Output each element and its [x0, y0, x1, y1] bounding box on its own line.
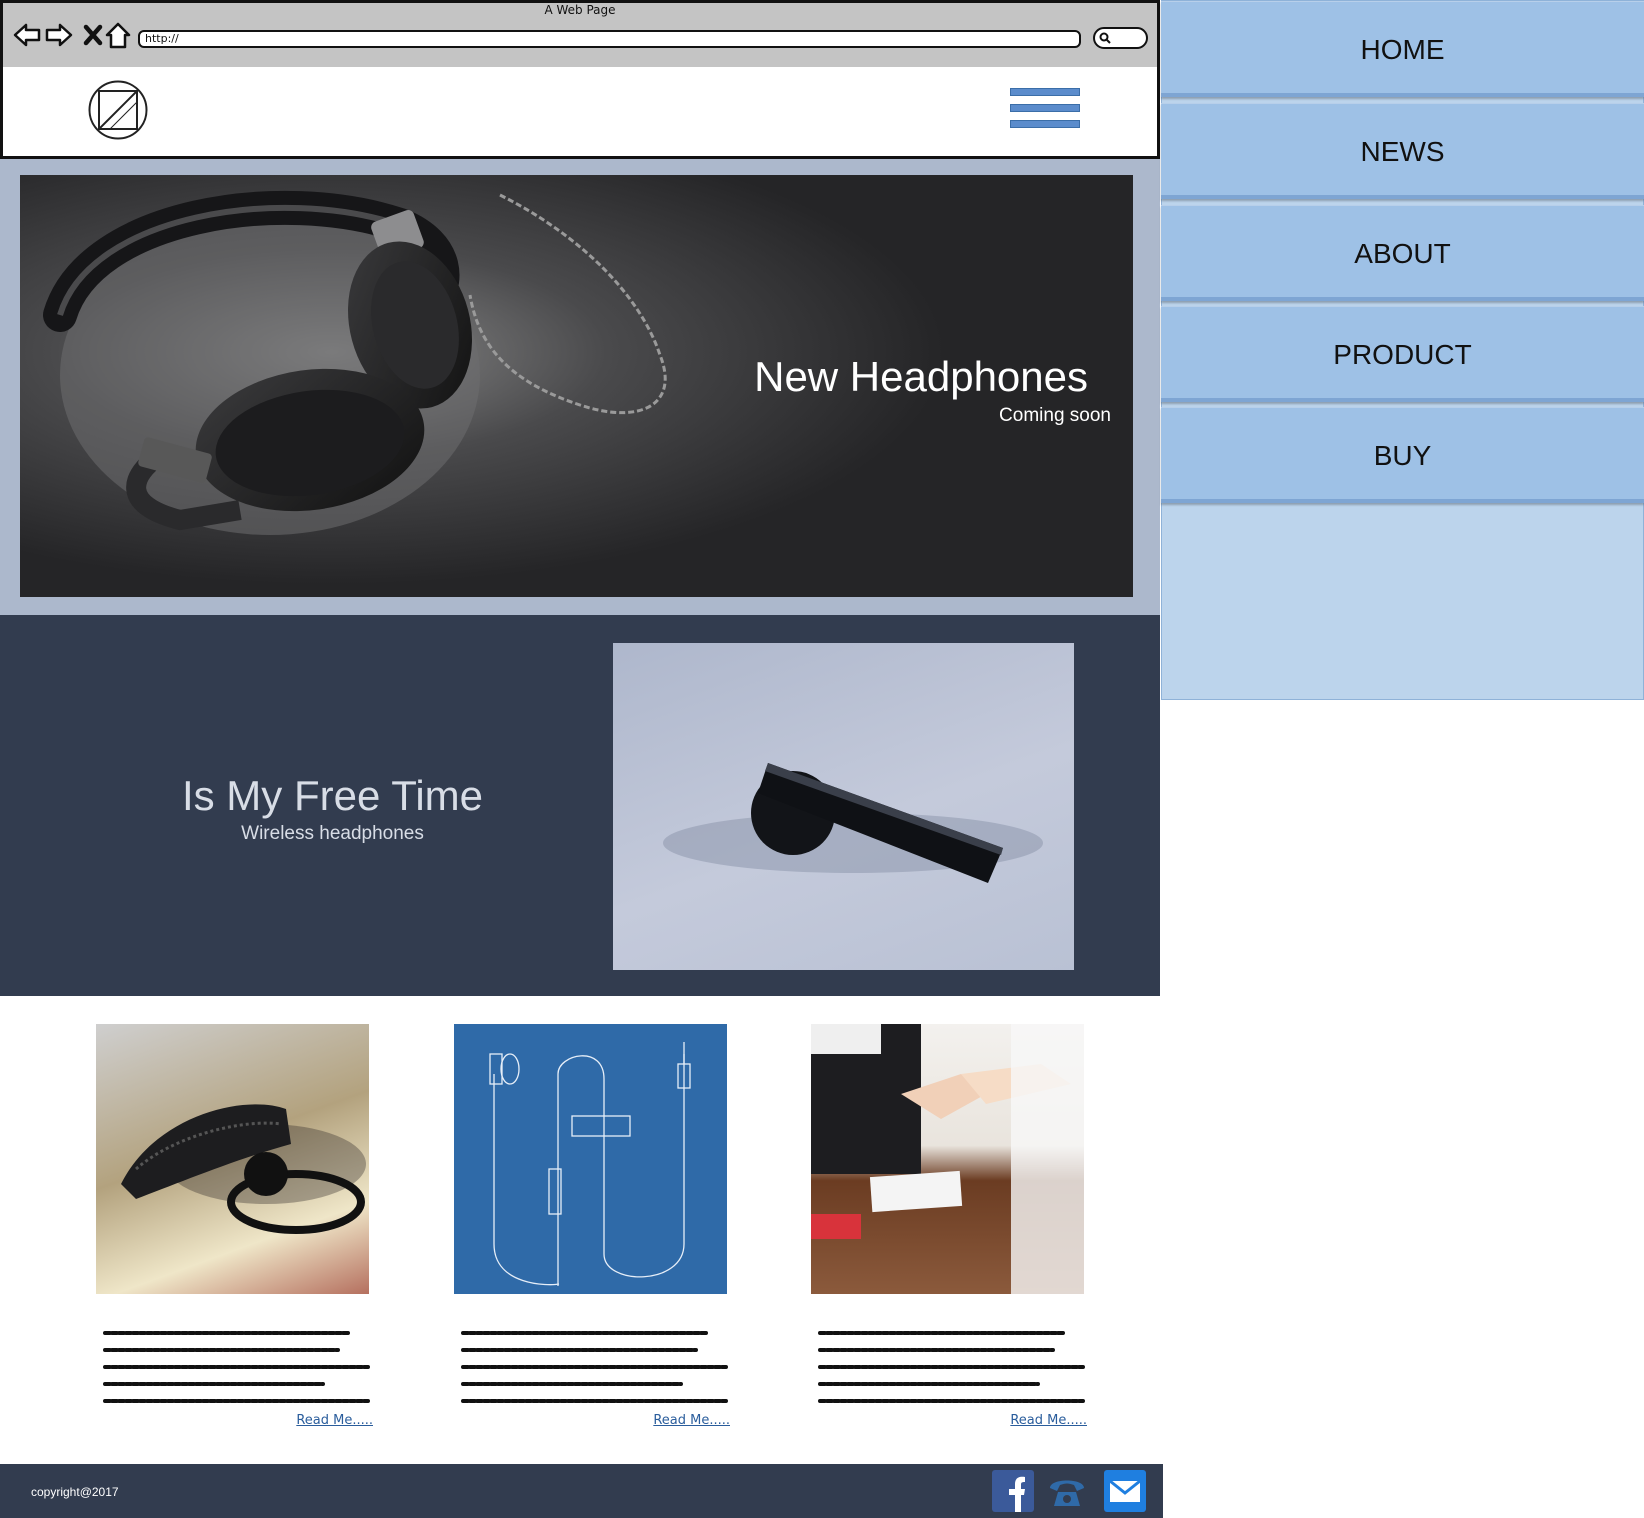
home-icon[interactable] [103, 20, 133, 50]
hamburger-line [1010, 104, 1080, 112]
window-title: A Web Page [544, 3, 616, 17]
hero-title: New Headphones [754, 353, 1088, 400]
phone-icon[interactable] [1046, 1470, 1088, 1512]
search-icon [1099, 32, 1111, 44]
footer: copyright@2017 [0, 1464, 1163, 1518]
search-button[interactable] [1093, 27, 1148, 49]
card-text-placeholder [818, 1331, 1085, 1403]
promo-section: Is My Free Time Wireless headphones [0, 615, 1160, 996]
hero-banner: New Headphones Coming soon [20, 175, 1133, 597]
card-image-earpiece [96, 1024, 369, 1294]
hamburger-menu-button[interactable] [1005, 84, 1085, 134]
card-text-placeholder [461, 1331, 728, 1403]
nav-item-product[interactable]: PRODUCT [1161, 306, 1644, 402]
nav-item-buy[interactable]: BUY [1161, 407, 1644, 503]
read-more-link[interactable]: Read Me..... [812, 1413, 1087, 1428]
nav-item-news[interactable]: NEWS [1161, 103, 1644, 199]
url-input[interactable]: http:// [138, 30, 1081, 48]
copyright-text: copyright@2017 [31, 1485, 119, 1499]
back-arrow-icon[interactable] [12, 20, 42, 50]
read-more-link[interactable]: Read Me..... [98, 1413, 373, 1428]
card-image-handshake [811, 1024, 1084, 1294]
hamburger-line [1010, 120, 1080, 128]
card-text-placeholder [103, 1331, 370, 1403]
card-image-blueprint [454, 1024, 727, 1294]
mail-icon[interactable] [1104, 1470, 1146, 1512]
promo-title: Is My Free Time [181, 772, 484, 819]
hamburger-line [1010, 88, 1080, 96]
nav-item-about[interactable]: ABOUT [1161, 205, 1644, 301]
logo-placeholder-icon [88, 80, 148, 140]
hero-subtitle: Coming soon [999, 405, 1111, 426]
read-more-link[interactable]: Read Me..... [455, 1413, 730, 1428]
facebook-icon[interactable] [992, 1470, 1034, 1512]
site-header [0, 67, 1160, 159]
promo-subtitle: Wireless headphones [241, 823, 424, 844]
nav-item-home[interactable]: HOME [1161, 1, 1644, 97]
forward-arrow-icon[interactable] [44, 20, 74, 50]
bluetooth-earpiece-photo [613, 643, 1074, 970]
